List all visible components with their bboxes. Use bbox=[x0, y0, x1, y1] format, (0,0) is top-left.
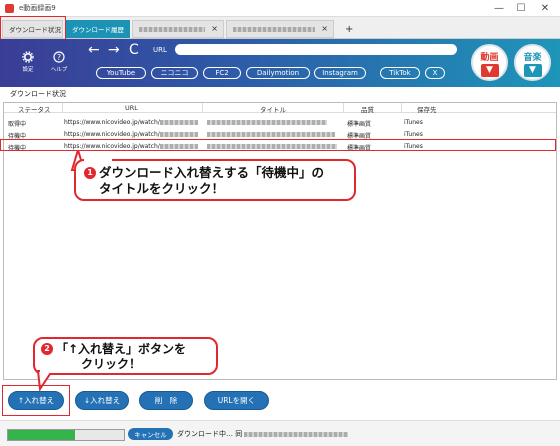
destination-cell: iTunes bbox=[404, 119, 423, 126]
site-niconico[interactable]: ニコニコ bbox=[151, 67, 198, 79]
music-button-label: 音楽 bbox=[523, 53, 542, 63]
site-instagram[interactable]: Instagram bbox=[314, 67, 366, 79]
tab-highlight-frame bbox=[0, 16, 66, 40]
title-cell bbox=[207, 119, 327, 126]
table-header: ステータス URL タイトル 品質 保存先 bbox=[4, 103, 556, 114]
window-title: e動画録画9 bbox=[19, 4, 56, 12]
settings-label: 設定 bbox=[22, 67, 34, 73]
help-label: ヘルプ bbox=[50, 67, 68, 73]
delete-button[interactable]: 削 除 bbox=[139, 391, 193, 410]
music-download-button[interactable]: 音楽 ▼ bbox=[514, 44, 551, 81]
back-arrow-icon[interactable]: ← bbox=[88, 42, 100, 58]
download-progress-bar bbox=[7, 429, 125, 441]
progress-fill bbox=[8, 430, 76, 440]
url-cell: https://www.nicovideo.jp/watch/ bbox=[64, 131, 198, 138]
url-cell: https://www.nicovideo.jp/watch/ bbox=[64, 119, 198, 126]
cancel-button[interactable]: キャンセル bbox=[128, 428, 173, 440]
step-number: 2 bbox=[41, 343, 53, 355]
minimize-button[interactable]: — bbox=[490, 0, 508, 17]
reload-icon[interactable]: C bbox=[129, 42, 139, 58]
site-x[interactable]: X bbox=[425, 67, 445, 79]
column-header[interactable]: 品質 bbox=[361, 104, 374, 114]
move-down-button[interactable]: ↓入れ替え bbox=[75, 391, 129, 410]
tab-video-1[interactable]: × bbox=[132, 20, 224, 38]
move-up-button[interactable]: ↑入れ替え bbox=[8, 391, 64, 410]
download-arrow-icon: ▼ bbox=[480, 64, 499, 77]
tab-label: ダウンロード履歴 bbox=[72, 26, 124, 34]
tab-title-obscured bbox=[233, 26, 315, 32]
title-cell bbox=[207, 131, 335, 138]
column-header[interactable]: URL bbox=[125, 104, 138, 112]
site-youtube[interactable]: YouTube bbox=[96, 67, 146, 79]
video-button-label: 動画 bbox=[480, 53, 499, 63]
status-cell: 取得中 bbox=[8, 121, 27, 128]
tab-title-obscured bbox=[139, 26, 205, 32]
callout-text: ダウンロード入れ替えする「待機中」の bbox=[99, 165, 325, 180]
video-download-button[interactable]: 動画 ▼ bbox=[471, 44, 508, 81]
tab-close-icon[interactable]: × bbox=[321, 24, 328, 33]
column-header[interactable]: 保存先 bbox=[417, 104, 437, 114]
open-url-button[interactable]: URLを開く bbox=[204, 391, 269, 410]
forward-arrow-icon[interactable]: → bbox=[108, 42, 120, 58]
quality-cell: 標準画質 bbox=[347, 121, 372, 128]
table-row[interactable]: 取得中 https://www.nicovideo.jp/watch/ 標準画質… bbox=[4, 117, 556, 128]
new-tab-button[interactable]: + bbox=[338, 20, 358, 38]
download-arrow-icon: ▼ bbox=[523, 64, 542, 77]
toolbar: 設定 ? ヘルプ ← → C URL YouTube ニコニコ FC2 Dail… bbox=[0, 39, 560, 87]
step-number: 1 bbox=[84, 167, 96, 179]
tab-bar: ダウンロード状況 ダウンロード履歴 × × + bbox=[0, 17, 560, 39]
tab-download-history[interactable]: ダウンロード履歴 bbox=[66, 20, 130, 38]
tab-close-icon[interactable]: × bbox=[211, 24, 218, 33]
url-input[interactable] bbox=[175, 44, 457, 55]
callout-step-1: 1 ダウンロード入れ替えする「待機中」の タイトルをクリック！ bbox=[74, 159, 356, 201]
site-fc2[interactable]: FC2 bbox=[203, 67, 241, 79]
site-tiktok[interactable]: TikTok bbox=[380, 67, 420, 79]
destination-cell: iTunes bbox=[404, 131, 423, 138]
site-dailymotion[interactable]: Dailymotion bbox=[246, 67, 310, 79]
maximize-button[interactable]: ☐ bbox=[512, 0, 530, 17]
callout-text: 「↑入れ替え」ボタンを bbox=[56, 342, 187, 356]
svg-text:?: ? bbox=[57, 53, 61, 62]
tab-video-2[interactable]: × bbox=[226, 20, 334, 38]
section-title: ダウンロード状況 bbox=[10, 90, 66, 98]
column-header[interactable]: ステータス bbox=[18, 104, 51, 114]
column-header[interactable]: タイトル bbox=[260, 104, 286, 114]
url-label: URL bbox=[153, 46, 167, 54]
status-bar: キャンセル ダウンロード中… 同 bbox=[0, 420, 560, 446]
app-icon bbox=[5, 3, 14, 13]
callout-text: タイトルをクリック！ bbox=[99, 181, 225, 196]
status-text: ダウンロード中… 同 bbox=[177, 429, 349, 439]
close-button[interactable]: ✕ bbox=[536, 0, 554, 17]
title-bar: e動画録画9 — ☐ ✕ bbox=[0, 0, 560, 17]
